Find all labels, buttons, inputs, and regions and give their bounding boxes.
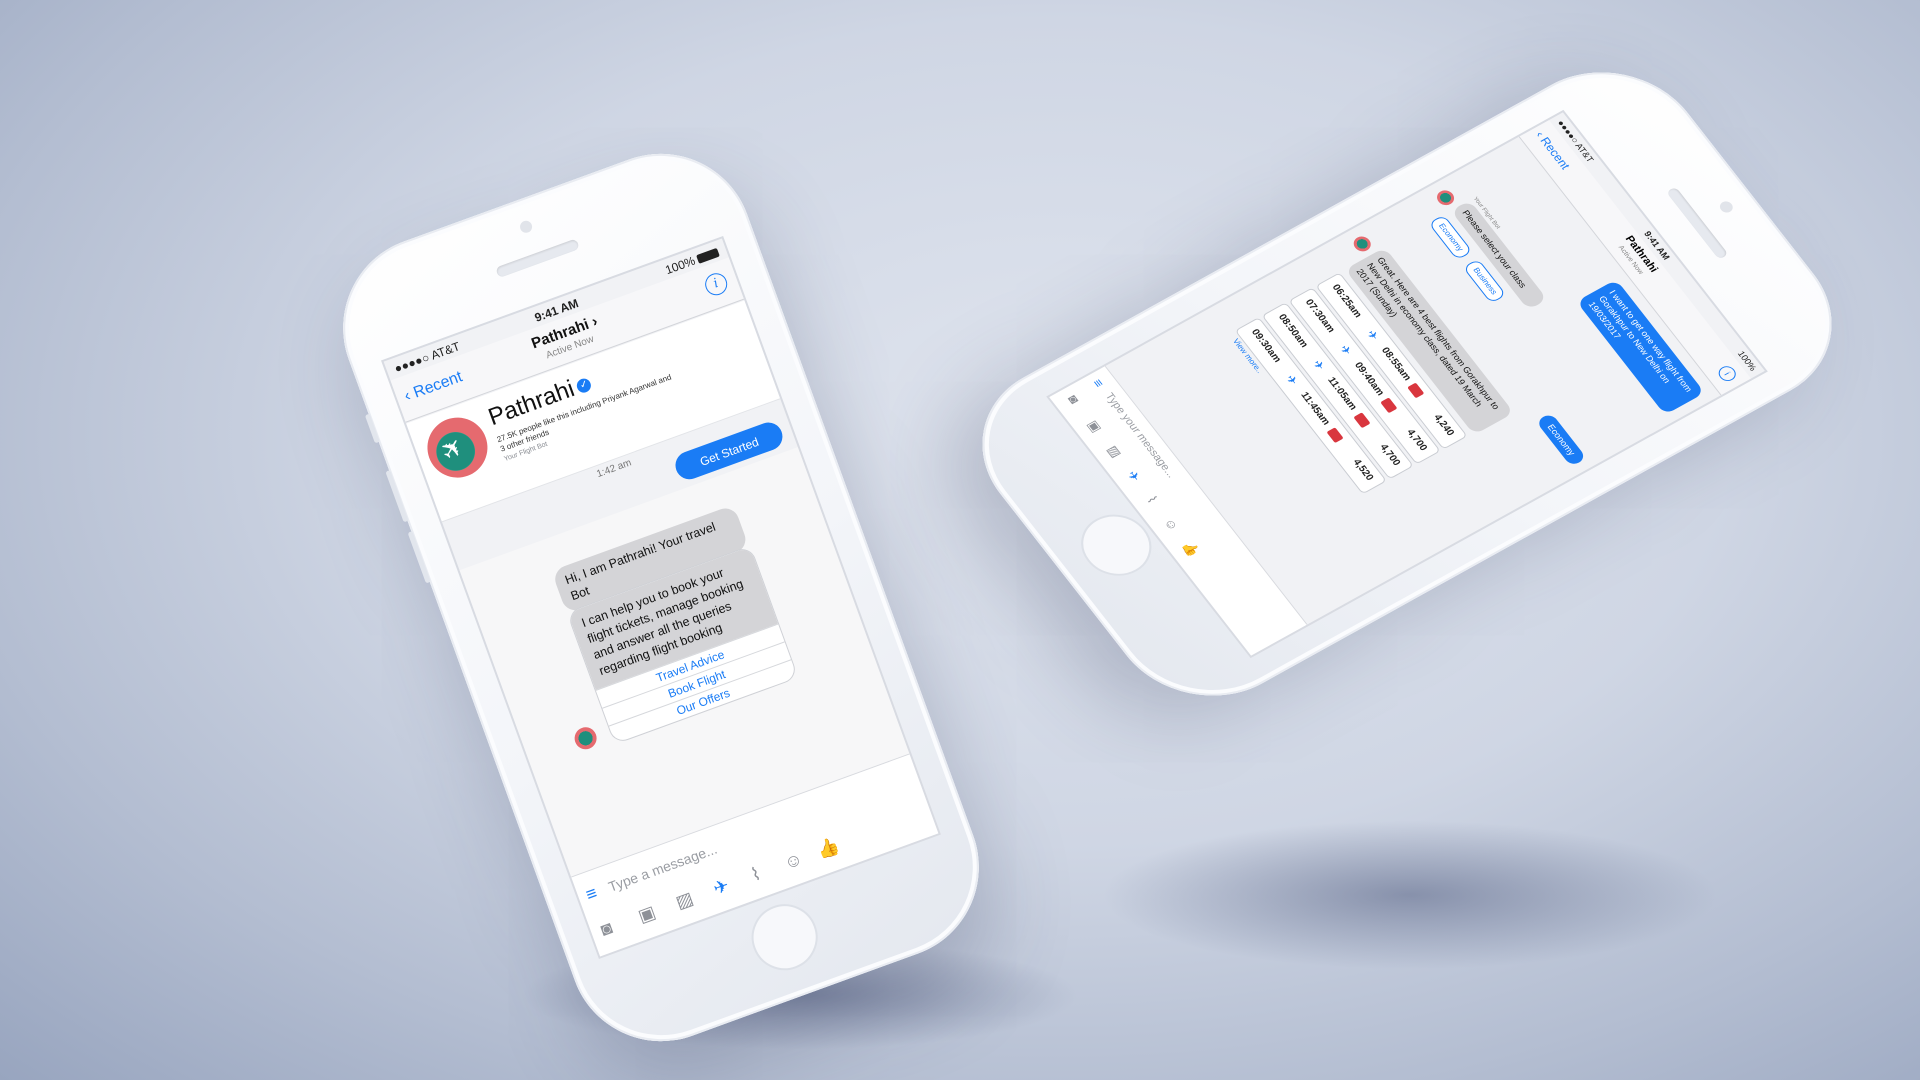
fare-price: 4,240 <box>1431 412 1457 438</box>
bot-avatar-small <box>571 724 600 753</box>
thumbs-up-icon[interactable]: 👍 <box>1179 539 1202 559</box>
messenger-screen-flights: ●●●●○ AT&T 9:41 AM 100% ‹ Recent Pathrah… <box>1046 109 1768 659</box>
bot-avatar-small <box>1433 187 1458 208</box>
front-camera <box>518 219 534 235</box>
camera-icon[interactable]: ◙ <box>1065 393 1083 406</box>
airplane-icon: ✈ <box>1363 327 1382 343</box>
flight-results-list: 06:25am ✈ 08:55am 4,240 07:30am ✈ 09:40a… <box>1232 272 1468 496</box>
fare-price: 4,700 <box>1404 427 1430 453</box>
home-button <box>742 894 827 980</box>
airplane-icon: ✈ <box>1336 342 1355 358</box>
airplane-icon: ✈ <box>1309 357 1329 373</box>
message-composer: ≡ Type your message... ◙ ▣ ▨ ✈ ⌇ ☺ 👍 <box>1049 365 1308 656</box>
image-icon[interactable]: ▨ <box>1103 443 1125 460</box>
front-camera <box>1717 199 1736 215</box>
airline-logo-icon <box>1353 412 1371 429</box>
airplane-icon[interactable]: ✈ <box>709 871 733 902</box>
attachment-icon[interactable]: ⌇ <box>1143 493 1161 506</box>
fare-price: 4,700 <box>1377 442 1403 468</box>
volume-down-button <box>407 531 431 584</box>
menu-icon[interactable]: ≡ <box>582 879 601 909</box>
airplane-icon: ✈ <box>433 431 471 466</box>
airline-logo-icon <box>1326 427 1344 444</box>
airplane-icon: ✈ <box>1282 372 1302 388</box>
bot-avatar-small <box>1350 233 1375 255</box>
mute-switch <box>364 413 380 444</box>
image-icon[interactable]: ▨ <box>672 884 698 916</box>
message-input[interactable]: Type your message... <box>1102 391 1177 480</box>
phone-front: ●●●●○ AT&T 9:41 AM 100% ‹ Recent Pathrah… <box>317 127 1005 1068</box>
thumbs-up-icon[interactable]: 👍 <box>813 831 844 865</box>
gif-icon[interactable]: ▣ <box>1084 418 1106 435</box>
user-message-economy: Economy <box>1535 412 1587 467</box>
phone-back: ●●●●○ AT&T 9:41 AM 100% ‹ Recent Pathrah… <box>943 40 1871 728</box>
fare-price: 4,520 <box>1350 457 1376 483</box>
gif-icon[interactable]: ▣ <box>634 898 660 930</box>
chevron-right-icon: › <box>589 312 600 331</box>
menu-icon[interactable]: ≡ <box>1090 377 1108 390</box>
camera-icon[interactable]: ◙ <box>597 914 617 944</box>
messenger-screen: ●●●●○ AT&T 9:41 AM 100% ‹ Recent Pathrah… <box>381 235 941 960</box>
bot-avatar: ✈ <box>418 409 496 487</box>
airline-logo-icon <box>1407 382 1425 399</box>
phone2-shadow <box>1100 820 1720 970</box>
earpiece-speaker <box>495 238 580 279</box>
emoji-icon[interactable]: ☺ <box>1161 515 1182 533</box>
earpiece-speaker <box>1666 186 1729 260</box>
attachment-icon[interactable]: ⌇ <box>747 860 765 889</box>
volume-up-button <box>385 469 409 523</box>
verified-check-icon: ✓ <box>575 376 594 395</box>
emoji-icon[interactable]: ☺ <box>780 844 807 877</box>
airline-logo-icon <box>1380 397 1398 414</box>
airplane-icon[interactable]: ✈ <box>1123 468 1144 484</box>
